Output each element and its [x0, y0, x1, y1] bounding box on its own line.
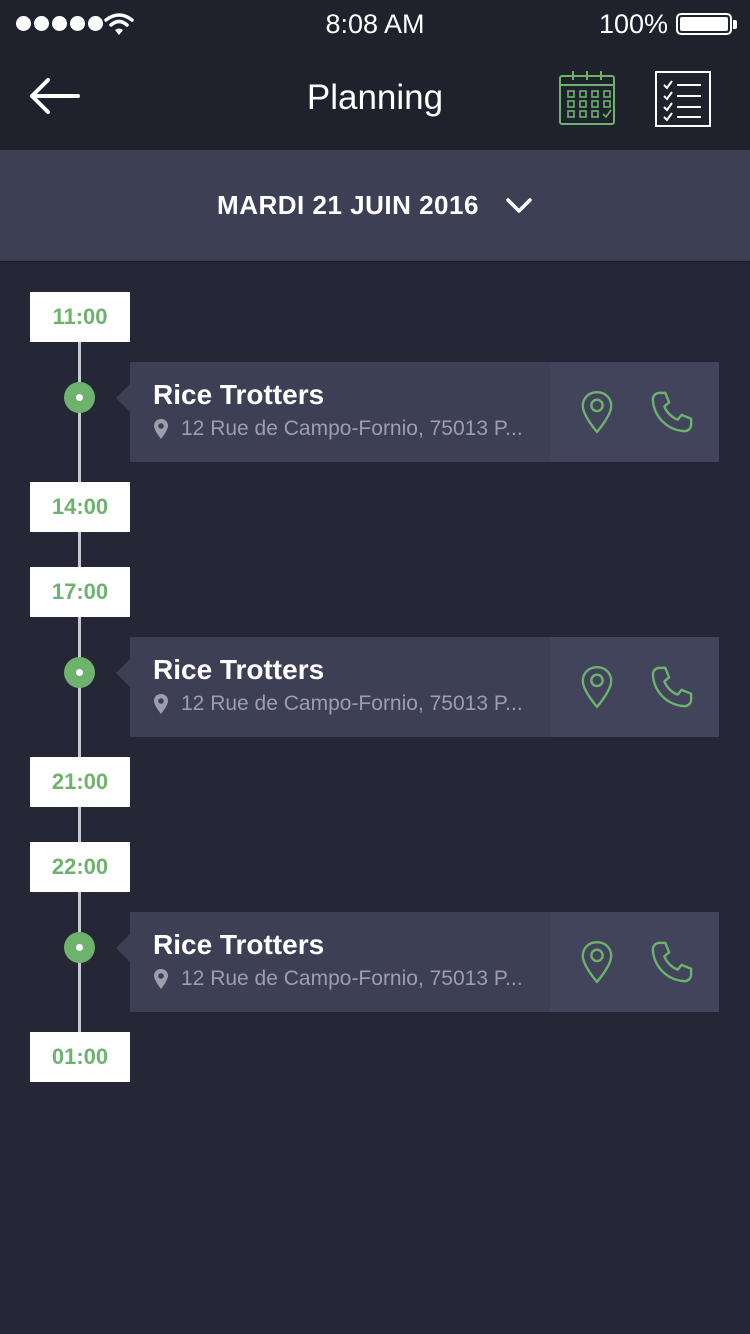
location-pin-icon: [581, 390, 613, 434]
time-label: 22:00: [30, 842, 130, 892]
time-label: 17:00: [30, 567, 130, 617]
location-pin-icon: [154, 419, 168, 439]
phone-icon: [651, 941, 693, 983]
time-label: 21:00: [30, 757, 130, 807]
event-dot: [64, 382, 95, 413]
battery-percentage: 100%: [598, 9, 668, 39]
calendar-icon[interactable]: [558, 70, 616, 126]
event-dot: [64, 932, 95, 963]
call-button[interactable]: [648, 663, 696, 711]
call-button[interactable]: [648, 938, 696, 986]
event-address: 12 Rue de Campo-Fornio, 75013 P...: [181, 692, 523, 715]
status-bar: 8:08 AM 100%: [0, 0, 750, 48]
event-actions: [550, 637, 719, 737]
location-pin-icon: [154, 694, 168, 714]
date-selector[interactable]: MARDI 21 JUIN 2016: [0, 150, 750, 262]
event-info[interactable]: Rice Trotters 12 Rue de Campo-Fornio, 75…: [130, 637, 550, 737]
event-card: Rice Trotters 12 Rue de Campo-Fornio, 75…: [116, 362, 719, 462]
selected-date: MARDI 21 JUIN 2016: [217, 190, 479, 220]
phone-icon: [651, 391, 693, 433]
time-label: 11:00: [30, 292, 130, 342]
event-card: Rice Trotters 12 Rue de Campo-Fornio, 75…: [116, 912, 719, 1012]
location-pin-icon: [581, 940, 613, 984]
event-actions: [550, 362, 719, 462]
time-label: 14:00: [30, 482, 130, 532]
chevron-down-icon: [506, 197, 532, 213]
map-button[interactable]: [573, 388, 621, 436]
event-title: Rice Trotters: [153, 929, 325, 960]
page-title: Planning: [306, 78, 444, 117]
event-dot: [64, 657, 95, 688]
timeline: 11:00 Rice Trotters 12 Rue de Campo-Forn…: [0, 262, 750, 1334]
map-button[interactable]: [573, 938, 621, 986]
location-pin-icon: [581, 665, 613, 709]
map-button[interactable]: [573, 663, 621, 711]
location-pin-icon: [154, 969, 168, 989]
checklist-icon[interactable]: [654, 70, 712, 128]
battery-icon: [676, 13, 737, 35]
event-info[interactable]: Rice Trotters 12 Rue de Campo-Fornio, 75…: [130, 362, 550, 462]
event-title: Rice Trotters: [153, 654, 325, 685]
event-actions: [550, 912, 719, 1012]
time-label: 01:00: [30, 1032, 130, 1082]
event-info[interactable]: Rice Trotters 12 Rue de Campo-Fornio, 75…: [130, 912, 550, 1012]
navigation-bar: Planning: [0, 48, 750, 150]
event-address: 12 Rue de Campo-Fornio, 75013 P...: [181, 967, 523, 990]
phone-icon: [651, 666, 693, 708]
event-title: Rice Trotters: [153, 379, 325, 410]
call-button[interactable]: [648, 388, 696, 436]
event-address: 12 Rue de Campo-Fornio, 75013 P...: [181, 417, 523, 440]
event-card: Rice Trotters 12 Rue de Campo-Fornio, 75…: [116, 637, 719, 737]
